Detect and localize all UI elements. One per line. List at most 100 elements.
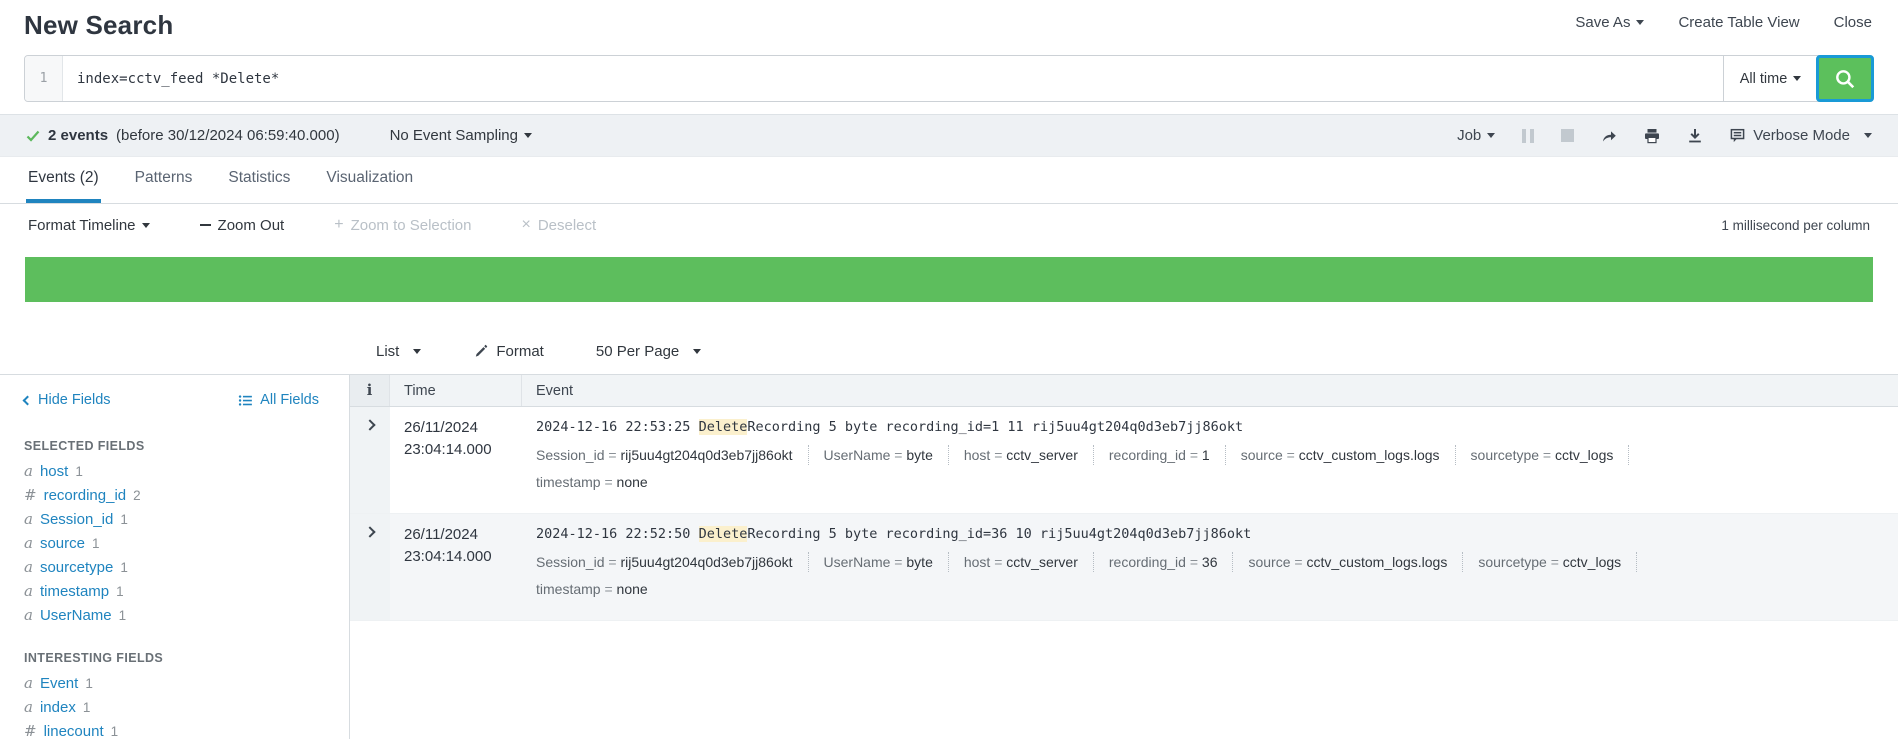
field-item-username[interactable]: aUserName1 [0, 603, 349, 627]
field-item-sourcetype[interactable]: asourcetype1 [0, 555, 349, 579]
search-button[interactable] [1816, 55, 1874, 102]
list-controls: List Format 50 Per Page [0, 329, 1898, 375]
result-summary: 2 events (before 30/12/2024 06:59:40.000… [26, 127, 532, 144]
chevron-left-icon [23, 396, 33, 406]
search-bar: 1 index=cctv_feed *Delete* All time [24, 55, 1874, 102]
zoom-out-button[interactable]: Zoom Out [200, 217, 285, 234]
field-item-session-id[interactable]: aSession_id1 [0, 507, 349, 531]
interesting-fields-header: INTERESTING FIELDS [24, 651, 349, 665]
field-pair[interactable]: Session_idrij5uu4gt204q0d3eb7jj86okt [536, 445, 809, 465]
tab-patterns[interactable]: Patterns [133, 157, 195, 203]
query-line-number: 1 [25, 56, 63, 101]
field-pair[interactable]: recording_id1 [1109, 445, 1226, 465]
top-bar: New Search Save As Create Table View Clo… [0, 0, 1898, 41]
column-header-time: Time [390, 375, 522, 406]
print-icon [1644, 128, 1660, 144]
field-pair[interactable]: timestampnone [536, 472, 663, 492]
create-table-view-button[interactable]: Create Table View [1678, 14, 1799, 31]
verbose-mode-icon [1730, 128, 1745, 143]
pause-icon [1522, 129, 1534, 143]
field-pair[interactable]: UserNamebyte [824, 445, 949, 465]
list-view-menu[interactable]: List [376, 343, 421, 360]
chevron-down-icon [693, 349, 701, 354]
event-field-list: Session_idrij5uu4gt204q0d3eb7jj86okt Use… [536, 552, 1882, 606]
timeline-histogram-bar[interactable] [25, 257, 1873, 302]
minus-icon [200, 224, 211, 226]
field-pair[interactable]: hostcctv_server [964, 552, 1094, 572]
stop-icon [1561, 129, 1574, 142]
event-time-cell[interactable]: 26/11/2024 23:04:14.000 [390, 407, 522, 513]
event-date: 26/11/2024 [404, 417, 522, 439]
tab-events[interactable]: Events (2) [26, 157, 101, 203]
format-timeline-menu[interactable]: Format Timeline [28, 217, 150, 234]
field-item-linecount[interactable]: #linecount1 [0, 719, 349, 743]
chevron-down-icon [1487, 133, 1495, 138]
all-fields-button[interactable]: All Fields [238, 392, 319, 408]
chevron-down-icon [1864, 133, 1872, 138]
hide-fields-button[interactable]: Hide Fields [24, 392, 111, 408]
event-field-list: Session_idrij5uu4gt204q0d3eb7jj86okt Use… [536, 445, 1882, 499]
field-pair[interactable]: hostcctv_server [964, 445, 1094, 465]
tab-statistics[interactable]: Statistics [226, 157, 292, 203]
export-button[interactable] [1687, 128, 1703, 144]
search-query-input[interactable]: index=cctv_feed *Delete* [63, 56, 1723, 101]
pencil-icon [473, 344, 488, 359]
field-item-event[interactable]: aEvent1 [0, 671, 349, 695]
share-button[interactable] [1601, 128, 1617, 144]
event-sampling-menu[interactable]: No Event Sampling [390, 127, 532, 144]
event-detail-cell: 2024-12-16 22:52:50 DeleteRecording 5 by… [522, 514, 1898, 620]
field-pair[interactable]: recording_id36 [1109, 552, 1234, 572]
close-button[interactable]: Close [1834, 14, 1872, 31]
selected-fields-header: SELECTED FIELDS [24, 439, 349, 453]
field-item-source[interactable]: asource1 [0, 531, 349, 555]
field-pair[interactable]: sourcetypecctv_logs [1478, 552, 1637, 572]
field-pair[interactable]: timestampnone [536, 579, 663, 599]
event-timestamp: 23:04:14.000 [404, 546, 522, 568]
event-detail-cell: 2024-12-16 22:53:25 DeleteRecording 5 by… [522, 407, 1898, 513]
stop-button[interactable] [1561, 129, 1574, 142]
field-item-host[interactable]: ahost1 [0, 459, 349, 483]
chevron-down-icon [413, 349, 421, 354]
fields-sidebar: Hide Fields All Fields SELECTED FIELDS a… [0, 375, 350, 739]
event-time-cell[interactable]: 26/11/2024 23:04:14.000 [390, 514, 522, 620]
format-menu[interactable]: Format [473, 343, 544, 360]
pause-button[interactable] [1522, 129, 1534, 143]
field-item-index[interactable]: aindex1 [0, 695, 349, 719]
field-pair[interactable]: sourcecctv_custom_logs.logs [1241, 445, 1456, 465]
chevron-down-icon [524, 133, 532, 138]
chevron-down-icon [1793, 76, 1801, 81]
check-icon [26, 129, 40, 143]
save-as-button[interactable]: Save As [1575, 14, 1644, 31]
main-area: Hide Fields All Fields SELECTED FIELDS a… [0, 375, 1898, 739]
timeline-scale-label: 1 millisecond per column [1721, 218, 1870, 233]
job-menu[interactable]: Job [1457, 127, 1495, 144]
column-header-event: Event [522, 375, 1898, 406]
job-controls: Job Verbose Mode [1457, 127, 1872, 144]
zoom-to-selection-button[interactable]: Zoom to Selection [334, 216, 471, 234]
chevron-down-icon [142, 223, 150, 228]
share-icon [1601, 128, 1617, 144]
deselect-button[interactable]: Deselect [521, 216, 596, 234]
tab-visualization[interactable]: Visualization [324, 157, 415, 203]
field-pair[interactable]: UserNamebyte [824, 552, 949, 572]
field-pair[interactable]: Session_idrij5uu4gt204q0d3eb7jj86okt [536, 552, 809, 572]
print-button[interactable] [1644, 128, 1660, 144]
event-expand-cell[interactable] [350, 407, 390, 513]
event-raw-text[interactable]: 2024-12-16 22:52:50 DeleteRecording 5 by… [536, 524, 1882, 544]
per-page-menu[interactable]: 50 Per Page [596, 343, 701, 360]
highlighted-term: Delete [699, 419, 748, 435]
event-raw-text[interactable]: 2024-12-16 22:53:25 DeleteRecording 5 by… [536, 417, 1882, 437]
field-item-recording-id[interactable]: #recording_id2 [0, 483, 349, 507]
events-table: i Time Event 26/11/2024 23:04:14.000 202… [350, 375, 1898, 739]
list-icon [238, 393, 253, 408]
event-expand-cell[interactable] [350, 514, 390, 620]
field-pair[interactable]: sourcecctv_custom_logs.logs [1248, 552, 1463, 572]
field-item-timestamp[interactable]: atimestamp1 [0, 579, 349, 603]
field-pair[interactable]: sourcetypecctv_logs [1471, 445, 1630, 465]
timeline-controls: Format Timeline Zoom Out Zoom to Selecti… [0, 204, 1898, 246]
time-range-picker[interactable]: All time [1723, 56, 1817, 101]
download-icon [1687, 128, 1703, 144]
expand-chevron-icon [364, 526, 375, 537]
event-row: 26/11/2024 23:04:14.000 2024-12-16 22:53… [350, 407, 1898, 514]
search-mode-menu[interactable]: Verbose Mode [1730, 127, 1872, 144]
